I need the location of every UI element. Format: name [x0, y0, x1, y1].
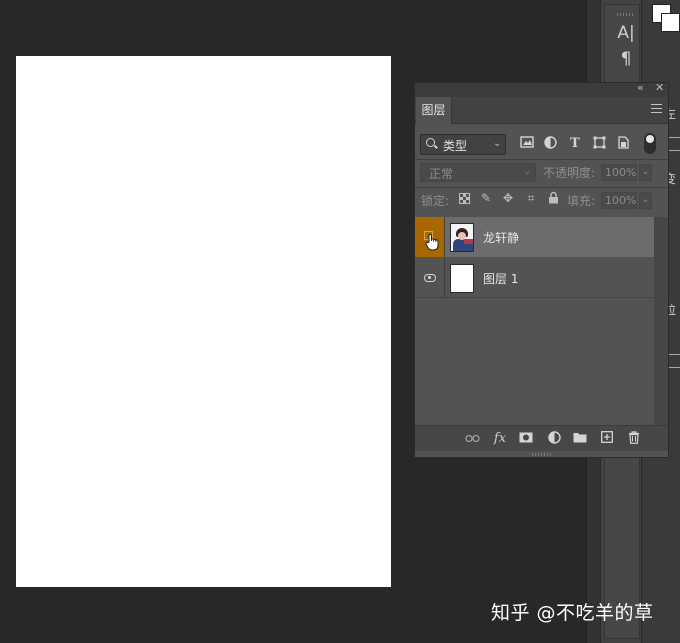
close-panel-icon[interactable]: ✕ — [655, 81, 664, 94]
panel-menu-icon[interactable] — [651, 104, 662, 113]
filter-pixel-icon[interactable] — [519, 136, 535, 152]
chevron-down-icon: ⌄ — [493, 138, 502, 149]
visibility-toggle[interactable] — [415, 258, 445, 298]
link-icon[interactable] — [464, 431, 480, 447]
collapse-panel-icon[interactable]: « — [637, 81, 644, 94]
blend-mode-value: 正常 — [429, 167, 454, 181]
fill-dropdown-icon[interactable]: ⌄ — [639, 192, 652, 209]
layer-name[interactable]: 龙轩静 — [483, 229, 519, 246]
divider — [415, 187, 668, 188]
lock-label: 锁定: — [421, 194, 450, 208]
panel-title-bar[interactable]: « ✕ — [415, 81, 668, 97]
panel-tab-bar: 图层 — [415, 97, 668, 124]
layer-thumbnail-white[interactable] — [450, 264, 474, 293]
paragraph-panel-icon[interactable]: ¶ — [605, 49, 647, 69]
lock-all-icon[interactable] — [546, 191, 560, 205]
trash-icon[interactable] — [626, 431, 642, 447]
filter-type-icon[interactable]: T — [567, 136, 583, 152]
background-color-swatch[interactable] — [661, 13, 680, 32]
new-layer-icon[interactable] — [599, 431, 615, 447]
fill-label: 填充: — [567, 194, 596, 208]
layer-thumbnail-photo[interactable] — [450, 223, 474, 252]
lock-image-pixels-icon[interactable]: ✎ — [479, 191, 493, 205]
hand-cursor-icon — [425, 233, 439, 251]
folder-icon[interactable] — [572, 431, 588, 447]
layer-list: 龙轩静 图层 1 — [415, 217, 654, 425]
filter-type-label: 类型 — [443, 139, 468, 153]
thumb-part — [458, 232, 466, 240]
layer-row-layer-1[interactable]: 图层 1 — [415, 258, 654, 298]
layer-name[interactable]: 图层 1 — [483, 270, 518, 287]
divider — [415, 159, 668, 160]
visibility-toggle[interactable] — [415, 217, 445, 257]
filter-adjustment-icon[interactable] — [542, 136, 558, 152]
search-icon — [426, 138, 435, 147]
lock-artboard-icon[interactable]: ⌗ — [524, 191, 538, 205]
blend-mode-select[interactable]: 正常 ⌄ — [420, 163, 536, 182]
fx-icon[interactable]: fx — [492, 431, 508, 447]
thumb-part — [464, 239, 473, 244]
layer-list-scrollbar[interactable] — [654, 217, 668, 425]
adjustment-icon[interactable] — [546, 431, 562, 447]
layer-filter-select[interactable]: 类型 ⌄ — [420, 134, 506, 155]
mask-icon[interactable] — [518, 431, 534, 447]
opacity-label: 不透明度: — [543, 166, 596, 180]
lock-transparent-pixels-icon[interactable] — [459, 193, 470, 204]
opacity-dropdown-icon[interactable]: ⌄ — [639, 164, 652, 181]
filter-shape-icon[interactable] — [591, 136, 607, 152]
tab-layers[interactable]: 图层 — [416, 97, 452, 124]
strip-grip[interactable] — [617, 13, 635, 16]
filter-smart-object-icon[interactable] — [615, 136, 631, 152]
panel-resize-grip[interactable] — [532, 453, 552, 456]
canvas-document[interactable] — [16, 56, 391, 587]
chevron-down-icon: ⌄ — [523, 166, 532, 177]
eye-icon — [424, 274, 436, 282]
layer-row-longxuanjing[interactable]: 龙轩静 — [415, 217, 654, 257]
lock-position-icon[interactable]: ✥ — [501, 191, 515, 205]
panel-footer-toolbar: fx — [415, 425, 668, 451]
character-panel-icon[interactable]: A| — [605, 23, 647, 43]
filter-toggle-switch[interactable] — [644, 133, 656, 154]
opacity-input[interactable]: 100% — [601, 164, 637, 181]
fill-input[interactable]: 100% — [601, 192, 637, 209]
layers-panel: « ✕ 图层 类型 ⌄ T 正常 ⌄ 不透明度: 100% ⌄ 锁定: ✎ ✥ … — [414, 81, 669, 458]
watermark-text: 知乎 @不吃羊的草 — [491, 602, 654, 624]
